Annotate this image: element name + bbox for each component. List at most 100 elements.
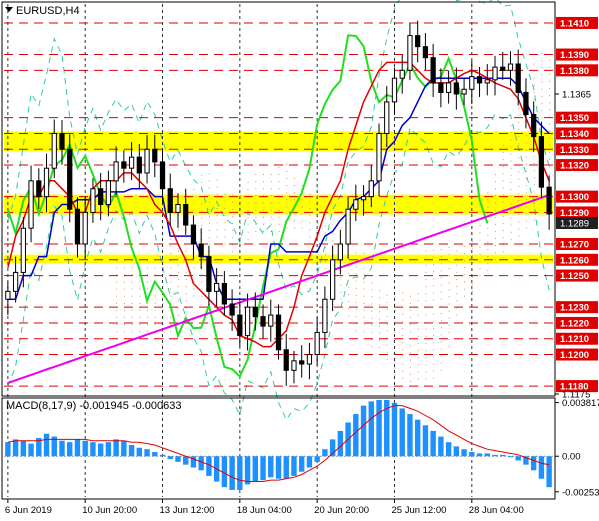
bull-candle (445, 82, 452, 93)
bear-candle (74, 208, 81, 245)
bear-candle (523, 91, 529, 116)
bull-candle (82, 211, 88, 245)
bull-candle (492, 66, 498, 81)
level-tag-label: 1.1320 (560, 161, 589, 172)
bull-candle (144, 148, 150, 174)
macd-bar (152, 452, 158, 457)
bear-candle (531, 114, 537, 138)
macd-bar (414, 419, 421, 457)
macd-bar (121, 440, 127, 457)
level-tag-label: 1.1250 (560, 271, 589, 282)
level-tag-label: 1.1340 (560, 129, 589, 140)
level-tag-label: 1.1390 (560, 50, 589, 61)
macd-bar (484, 453, 490, 457)
bear-candle (221, 282, 227, 305)
macd-bar (407, 414, 413, 457)
bear-candle (190, 224, 197, 245)
bull-candle (384, 101, 390, 134)
bull-candle (330, 259, 336, 300)
macd-bar (128, 444, 135, 457)
level-tag-label: 1.1350 (560, 113, 589, 124)
macd-bar (90, 442, 96, 457)
time-tick-label: 28 Jun 04:00 (469, 505, 524, 516)
macd-bar (252, 456, 259, 482)
bear-candle (538, 136, 545, 188)
macd-bar (515, 456, 521, 461)
bear-candle (252, 306, 258, 318)
macd-bar (399, 408, 405, 457)
macd-bar (445, 442, 452, 457)
macd-bar (337, 430, 344, 457)
macd-bar (43, 433, 50, 457)
macd-bar (438, 436, 444, 457)
level-tag-label: 1.1210 (560, 334, 589, 345)
macd-title: MACD(8,17,9) -0.001945 -0.000633 (6, 400, 182, 412)
bull-candle (345, 208, 351, 245)
macd-bar (229, 456, 235, 490)
macd-bar (314, 456, 320, 462)
level-tag-label: 1.1200 (560, 350, 589, 361)
macd-bar (360, 405, 367, 457)
macd-bar (59, 440, 65, 457)
macd-bar (167, 456, 173, 460)
level-tag-label: 1.1260 (560, 255, 589, 266)
macd-bar (453, 446, 460, 457)
macd-bar (283, 456, 289, 479)
macd-bar (28, 443, 34, 457)
bull-candle (51, 132, 57, 169)
bull-candle (90, 188, 96, 213)
eurusd-h4-chart[interactable]: 1.1410 1.1390 1.1380 1.1365 1.1350 1.1340 1.13… (0, 0, 599, 521)
macd-tick-label: 0.00 (562, 452, 581, 463)
bull-candle (484, 79, 490, 84)
bear-candle (136, 156, 142, 174)
macd-bar (391, 402, 398, 457)
macd-bar (469, 452, 475, 457)
level-tag-label: 1.1220 (560, 318, 589, 329)
bear-candle (430, 57, 436, 84)
bear-candle (299, 360, 305, 365)
bull-candle (28, 180, 34, 229)
level-tag-label: 1.1230 (560, 303, 589, 314)
bear-candle (206, 256, 212, 292)
bear-candle (476, 76, 483, 84)
macd-bar (97, 443, 104, 457)
bear-candle (438, 82, 444, 93)
macd-bar (376, 400, 382, 457)
bear-candle (260, 316, 266, 327)
bear-candle (67, 148, 73, 210)
time-tick-label: 10 Jun 20:00 (82, 505, 137, 516)
macd-bar (546, 456, 552, 488)
bull-candle (399, 69, 405, 79)
bull-candle (306, 354, 313, 365)
bull-candle (105, 180, 112, 206)
bull-candle (291, 360, 297, 371)
bull-candle (391, 77, 398, 103)
macd-bar (500, 454, 506, 457)
bull-candle (113, 161, 119, 182)
macd-bar (492, 454, 498, 457)
bear-candle (500, 66, 506, 71)
macd-bar (268, 456, 274, 478)
bear-candle (415, 35, 421, 48)
bear-candle (229, 303, 235, 316)
bull-candle (128, 156, 135, 169)
bull-candle (376, 132, 382, 182)
macd-bar (260, 456, 266, 481)
level-tag-label: 1.1300 (560, 192, 589, 203)
bull-candle (244, 306, 251, 337)
level-tag-label: 1.1330 (560, 145, 589, 156)
bull-candle (43, 167, 50, 198)
bull-candle (12, 271, 19, 292)
bear-candle (152, 148, 158, 163)
bull-candle (214, 282, 220, 292)
level-tag-label: 1.1380 (560, 66, 589, 77)
bear-candle (183, 204, 189, 226)
macd-tick-label: -0.00253 (562, 487, 599, 498)
bear-candle (546, 186, 552, 215)
macd-tick-label: 0.003817 (562, 398, 599, 409)
macd-bar (67, 442, 73, 457)
macd-bar (144, 449, 150, 457)
macd-bar (306, 456, 313, 468)
bear-candle (275, 314, 282, 351)
bear-candle (198, 243, 204, 258)
